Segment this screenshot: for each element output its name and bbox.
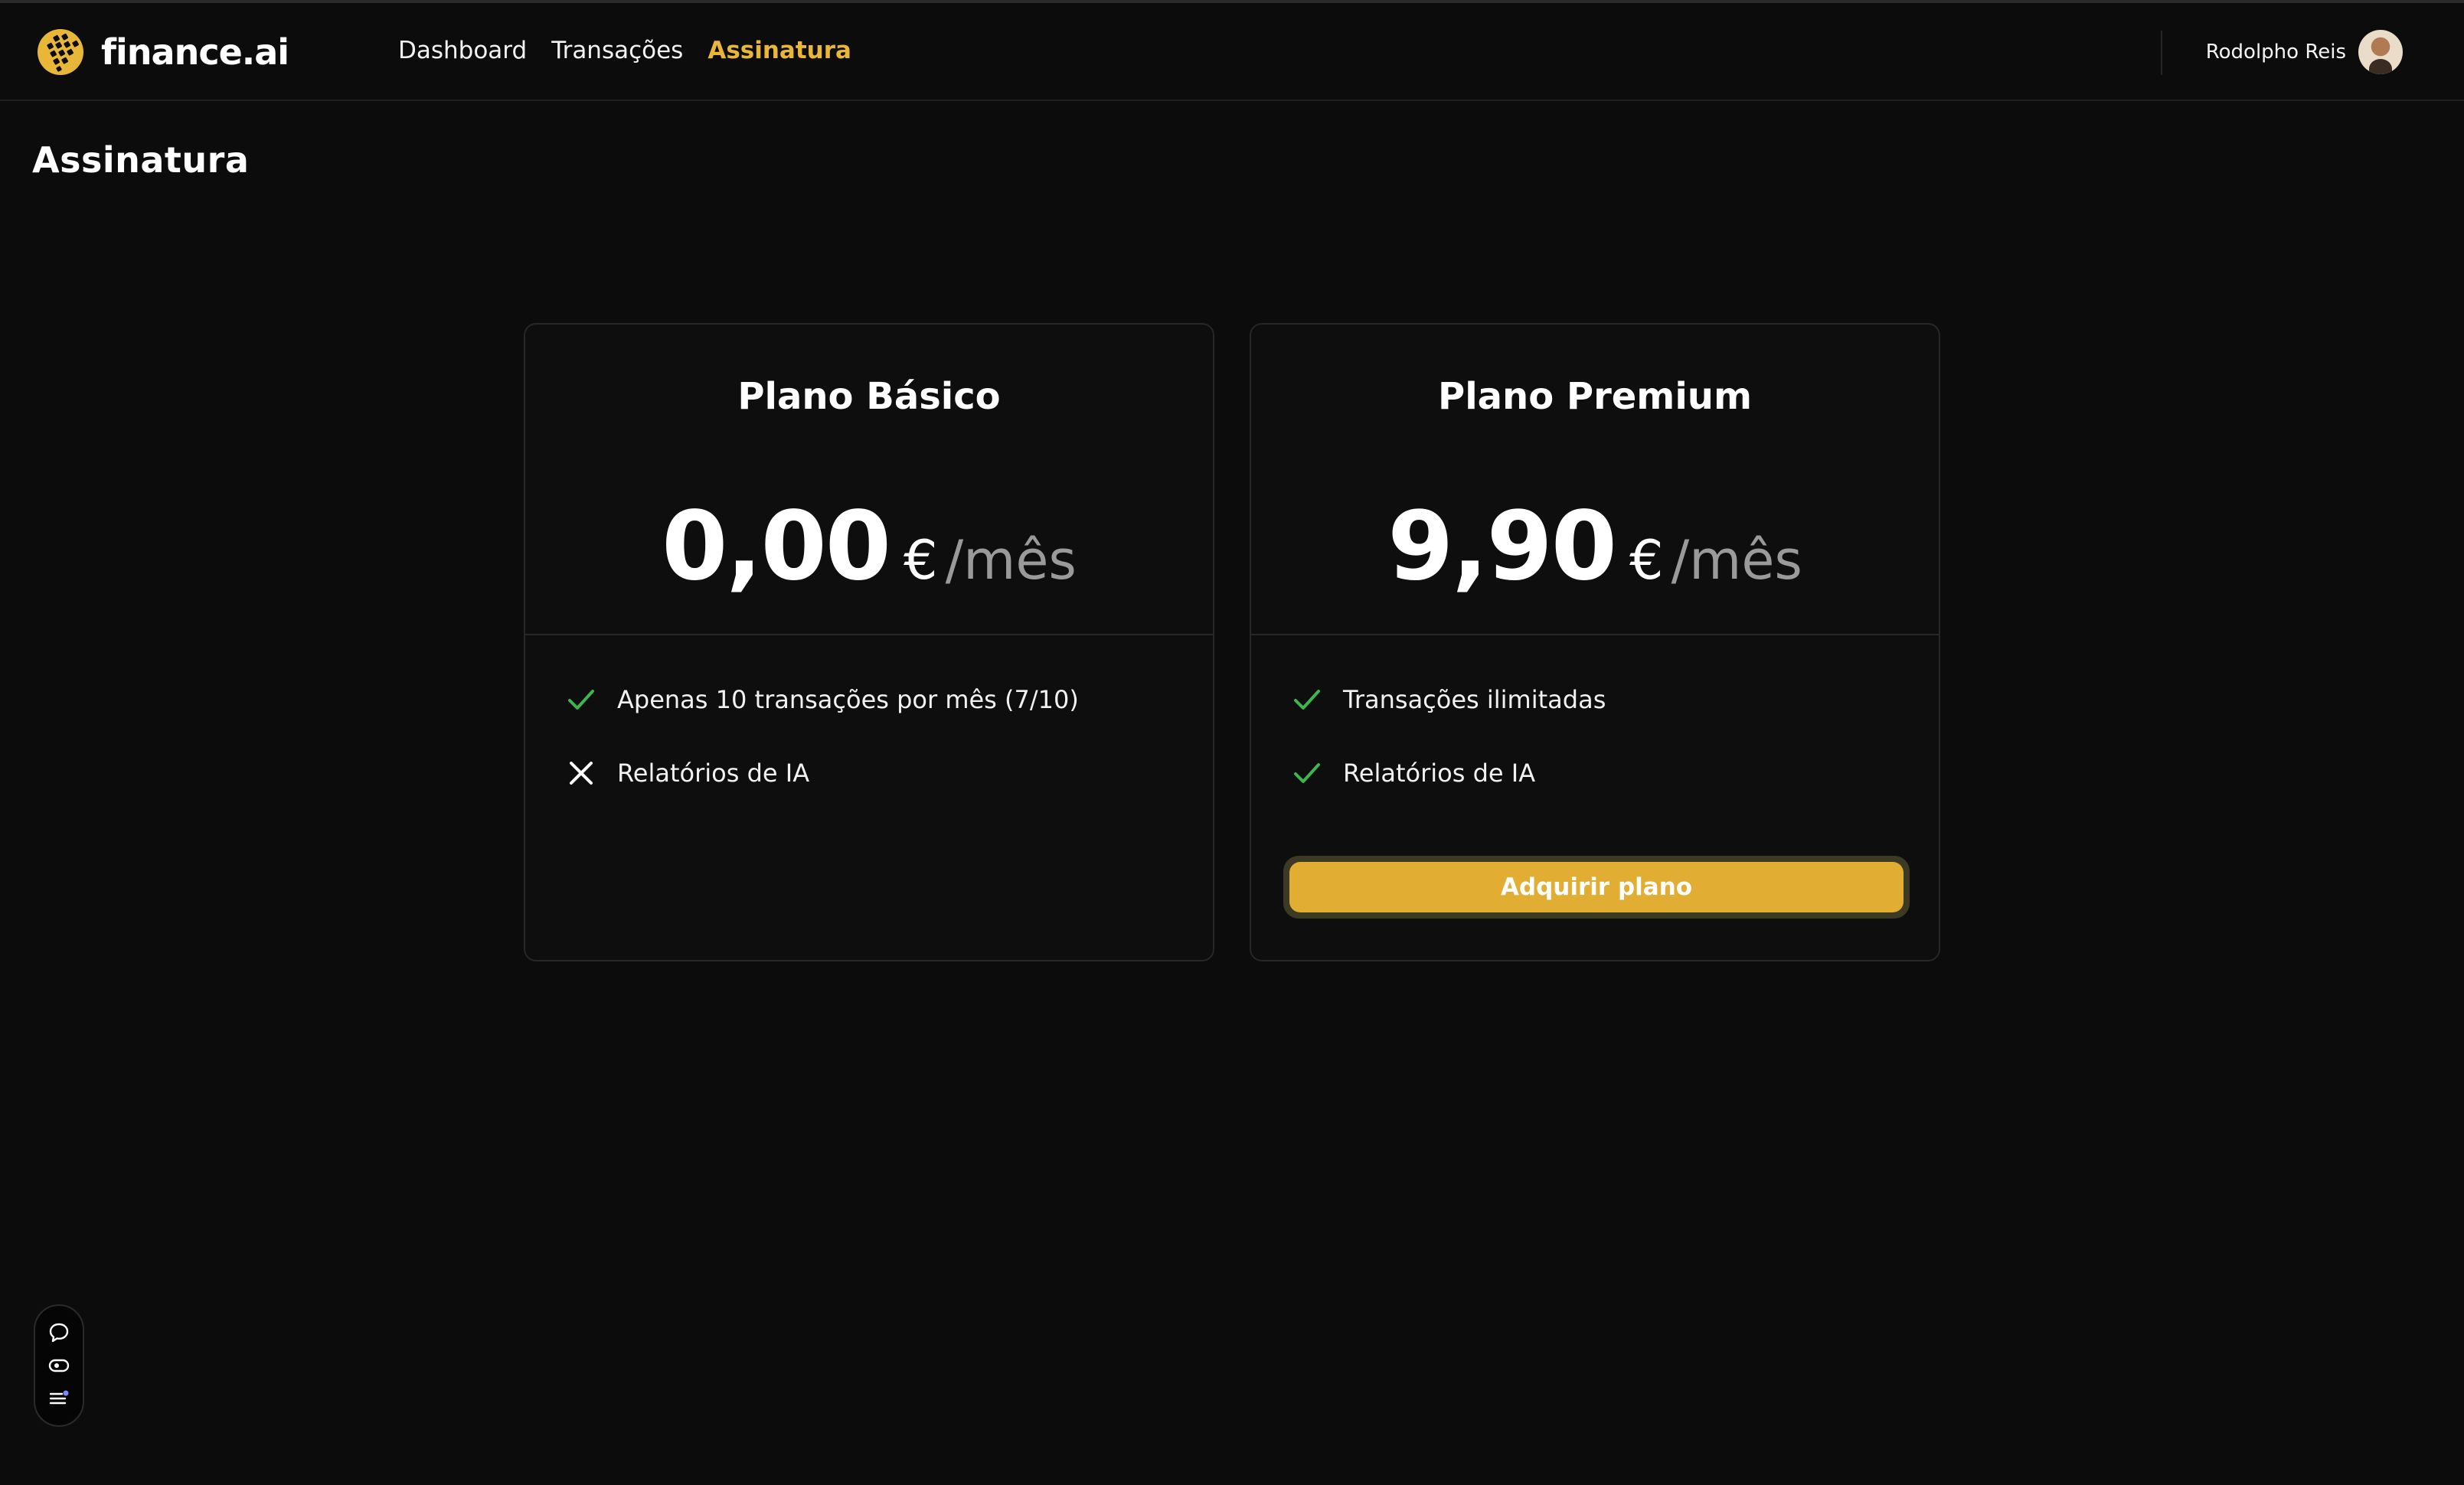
buy-button-focus-ring: Adquirir plano bbox=[1283, 856, 1910, 919]
feature-item: Relatórios de IA bbox=[565, 755, 1079, 791]
price-value: 0,00 bbox=[662, 491, 891, 602]
nav-divider bbox=[2161, 31, 2162, 75]
feature-item: Apenas 10 transações por mês (7/10) bbox=[565, 681, 1079, 718]
chat-icon[interactable] bbox=[47, 1320, 71, 1345]
price-period: /mês bbox=[945, 529, 1077, 592]
logo-text: finance.ai bbox=[101, 31, 289, 73]
user-menu[interactable]: Rodolpho Reis bbox=[2206, 29, 2403, 75]
plan-price: 9,90 € /mês bbox=[1251, 491, 1939, 602]
user-name: Rodolpho Reis bbox=[2205, 41, 2346, 64]
logo[interactable]: finance.ai bbox=[37, 28, 289, 77]
plan-card-premium: Plano Premium 9,90 € /mês Transações ili… bbox=[1250, 323, 1940, 961]
price-currency: € bbox=[1629, 529, 1664, 592]
plan-price: 0,00 € /mês bbox=[525, 491, 1213, 602]
nav-link-dashboard[interactable]: Dashboard bbox=[398, 37, 527, 64]
plan-card-basic: Plano Básico 0,00 € /mês Apenas 10 trans… bbox=[524, 323, 1214, 961]
plan-card-header: Plano Básico 0,00 € /mês bbox=[525, 325, 1213, 635]
check-icon bbox=[1294, 690, 1320, 710]
feature-text: Relatórios de IA bbox=[617, 759, 810, 788]
user-avatar[interactable] bbox=[2358, 30, 2403, 74]
floating-toolbar bbox=[34, 1304, 84, 1427]
feature-text: Transações ilimitadas bbox=[1343, 685, 1606, 714]
coin-grid-icon bbox=[38, 29, 83, 75]
nav-link-transacoes[interactable]: Transações bbox=[551, 37, 683, 64]
price-currency: € bbox=[904, 529, 938, 592]
nav-link-assinatura[interactable]: Assinatura bbox=[708, 37, 851, 64]
feature-list: Transações ilimitadas Relatórios de IA bbox=[1291, 681, 1606, 828]
feature-text: Apenas 10 transações por mês (7/10) bbox=[617, 685, 1079, 714]
feature-list: Apenas 10 transações por mês (7/10) Rela… bbox=[565, 681, 1079, 828]
price-value: 9,90 bbox=[1387, 491, 1617, 602]
check-icon bbox=[1294, 763, 1320, 783]
plan-title: Plano Básico bbox=[737, 375, 1001, 418]
plan-title: Plano Premium bbox=[1438, 375, 1752, 418]
feature-item: Relatórios de IA bbox=[1291, 755, 1606, 791]
list-icon[interactable] bbox=[47, 1386, 71, 1411]
eye-icon[interactable] bbox=[47, 1353, 71, 1378]
price-period: /mês bbox=[1671, 529, 1802, 592]
page-title: Assinatura bbox=[32, 139, 250, 181]
check-icon bbox=[568, 690, 594, 710]
main-nav: Dashboard Transações Assinatura bbox=[398, 37, 851, 64]
plan-card-header: Plano Premium 9,90 € /mês bbox=[1251, 325, 1939, 635]
x-icon bbox=[570, 762, 593, 785]
feature-text: Relatórios de IA bbox=[1343, 759, 1536, 788]
buy-plan-button[interactable]: Adquirir plano bbox=[1289, 862, 1904, 912]
top-navbar: finance.ai Dashboard Transações Assinatu… bbox=[0, 3, 2464, 101]
feature-item: Transações ilimitadas bbox=[1291, 681, 1606, 718]
